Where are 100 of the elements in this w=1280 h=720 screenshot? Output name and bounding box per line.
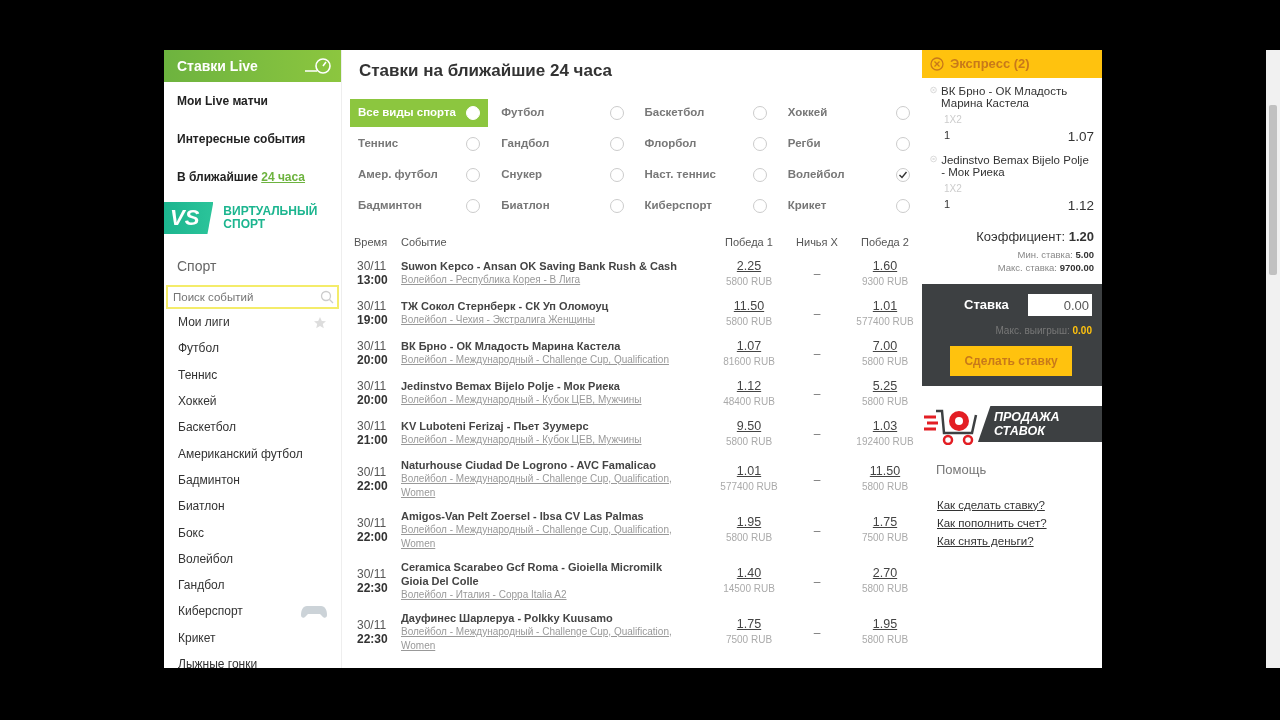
- bet-odds: 1.07: [1067, 128, 1094, 146]
- sport-item[interactable]: Американский футбол: [178, 444, 303, 463]
- sport-filter[interactable]: Баскетбол: [636, 98, 775, 127]
- column-header: Ничья X: [795, 235, 839, 251]
- max-stake: 577400 RUB: [719, 480, 779, 494]
- odds-link[interactable]: 11.50: [716, 297, 782, 314]
- sport-filter[interactable]: Футбол: [493, 98, 632, 127]
- event-name[interactable]: Naturhouse Ciudad De Logrono - AVC Famalicao: [401, 457, 692, 472]
- sport-filter[interactable]: Крикет: [779, 191, 918, 220]
- stopwatch-icon: [303, 56, 333, 76]
- sport-item[interactable]: Крикет: [178, 628, 216, 647]
- stake-label: Ставка: [964, 296, 1009, 315]
- sport-item[interactable]: Биатлон: [178, 497, 225, 516]
- event-name[interactable]: Jedinstvo Bemax Bijelo Polje - Мок Риека: [401, 379, 692, 393]
- help-link[interactable]: Как сделать ставку?: [922, 495, 1102, 514]
- odds-link[interactable]: 1.07: [716, 337, 782, 354]
- bet-pick: 1: [944, 197, 951, 213]
- odds-link[interactable]: 7.00: [852, 337, 918, 354]
- bet-event: ВК Брно - ОК Младость Марина Кастела: [941, 85, 1069, 109]
- sport-filter[interactable]: Флорбол: [636, 129, 775, 158]
- section-title: Спорт: [176, 257, 218, 276]
- max-stake: 5800 RUB: [860, 480, 910, 494]
- stake-input[interactable]: 0.00: [1028, 294, 1092, 316]
- sport-item[interactable]: Волейбол: [178, 549, 234, 568]
- odds-link[interactable]: 1.01: [716, 463, 782, 479]
- draw-odds: –: [813, 472, 821, 487]
- odds-link[interactable]: 1.95: [852, 616, 918, 632]
- sidebar-link[interactable]: Интересные события: [164, 120, 341, 158]
- event-name[interactable]: Suwon Kepco - Ansan OK Saving Bank Rush & Cash: [401, 259, 692, 273]
- draw-odds: –: [813, 523, 821, 538]
- sport-item[interactable]: Баскетбол: [178, 418, 236, 437]
- odds-link[interactable]: 2.70: [852, 565, 918, 581]
- checkmark-icon: [898, 169, 908, 180]
- bet-sale-banner[interactable]: ПРОДАЖА СТАВОК: [978, 406, 1102, 442]
- bet-pick: 1: [944, 128, 951, 143]
- sport-item[interactable]: Хоккей: [178, 392, 217, 411]
- odds-link[interactable]: 1.60: [852, 257, 918, 274]
- odds-link[interactable]: 1.75: [852, 514, 918, 530]
- sidebar-link[interactable]: В ближайшие 24 часа: [177, 168, 306, 186]
- sport-filter[interactable]: Снукер: [493, 160, 632, 189]
- draw-odds: –: [813, 625, 821, 640]
- max-stake: 5800 RUB: [860, 394, 910, 409]
- draw-odds: –: [813, 574, 821, 589]
- event-name[interactable]: Amigos-Van Pelt Zoersel - Ibsa CV Las Palmas: [401, 508, 692, 523]
- odds-link[interactable]: 5.25: [852, 377, 918, 394]
- scrollbar[interactable]: [1266, 50, 1280, 668]
- sport-filter[interactable]: Волейбол: [779, 160, 918, 189]
- sport-item[interactable]: Киберспорт: [178, 602, 243, 621]
- help-title: Помощь: [935, 461, 988, 479]
- sport-filter[interactable]: Киберспорт: [636, 191, 775, 220]
- banner-text: ВИРТУАЛЬНЫЙ СПОРТ: [223, 205, 319, 231]
- remove-icon: [930, 154, 938, 165]
- sport-item[interactable]: Футбол: [178, 339, 219, 358]
- max-stake: 5800 RUB: [724, 434, 774, 449]
- sport-filter[interactable]: Теннис: [350, 129, 489, 158]
- max-stake: 81600 RUB: [722, 354, 776, 369]
- star-icon: [313, 315, 327, 329]
- sport-filter[interactable]: Бадминтон: [350, 191, 489, 220]
- odds-link[interactable]: 1.95: [716, 514, 782, 530]
- sport-filter[interactable]: Наст. теннис: [636, 160, 775, 189]
- header-title: Ставки Live: [177, 56, 258, 76]
- sport-filter[interactable]: Гандбол: [493, 129, 632, 158]
- odds-link[interactable]: 1.12: [716, 377, 782, 394]
- event-name[interactable]: KV Luboteni Ferizaj - Пьет Зуумерс: [401, 419, 692, 433]
- sport-filter[interactable]: Амер. футбол: [350, 160, 489, 189]
- sport-filter[interactable]: Регби: [779, 129, 918, 158]
- sport-filter[interactable]: Хоккей: [779, 98, 918, 127]
- column-header: Время: [354, 235, 389, 251]
- event-name[interactable]: Дауфинес Шарлеруа - Polkky Kuusamo: [401, 610, 692, 625]
- odds-link[interactable]: 1.01: [852, 297, 918, 314]
- draw-odds: –: [813, 267, 821, 281]
- sport-item[interactable]: Бадминтон: [178, 470, 240, 489]
- odds-link[interactable]: 1.40: [716, 565, 782, 581]
- column-header: Победа 2: [860, 235, 910, 251]
- help-link[interactable]: Как снять деньги?: [922, 531, 1102, 550]
- scrollbar-thumb[interactable]: [1269, 105, 1277, 275]
- min-stake: Мин. ставка: 5.00: [1016, 248, 1095, 261]
- event-name[interactable]: Ceramica Scarabeo Gcf Roma - Gioiella Micromilk Gioia Del Colle: [401, 559, 692, 588]
- search-field[interactable]: Поиск событий: [166, 285, 339, 309]
- sport-item[interactable]: Лыжные гонки: [178, 655, 258, 668]
- help-link[interactable]: Как пополнить счет?: [922, 513, 1102, 532]
- column-header: Событие: [401, 235, 448, 251]
- sidebar-link[interactable]: Мои Live матчи: [164, 82, 341, 120]
- event-name[interactable]: ВК Брно - ОК Младость Марина Кастела: [401, 339, 692, 353]
- max-stake: 7500 RUB: [860, 531, 910, 545]
- max-stake: Макс. ставка: 9700.00: [996, 261, 1095, 274]
- odds-link[interactable]: 11.50: [852, 463, 918, 479]
- close-icon: [930, 57, 944, 71]
- odds-link[interactable]: 2.25: [716, 257, 782, 274]
- sport-item[interactable]: Мои лиги: [178, 313, 230, 332]
- sport-item[interactable]: Бокс: [178, 523, 204, 542]
- sport-filter[interactable]: Биатлон: [493, 191, 632, 220]
- event-time: 30/11 22:30: [357, 617, 389, 646]
- event-name[interactable]: ТЖ Сокол Стернберк - СК Уп Оломоуц: [401, 299, 692, 313]
- odds-link[interactable]: 1.75: [716, 616, 782, 632]
- event-time: 30/11 22:00: [357, 515, 389, 544]
- sport-item[interactable]: Теннис: [178, 365, 218, 384]
- odds-link[interactable]: 1.03: [852, 417, 918, 434]
- odds-link[interactable]: 9.50: [716, 417, 782, 434]
- sport-item[interactable]: Гандбол: [178, 576, 225, 595]
